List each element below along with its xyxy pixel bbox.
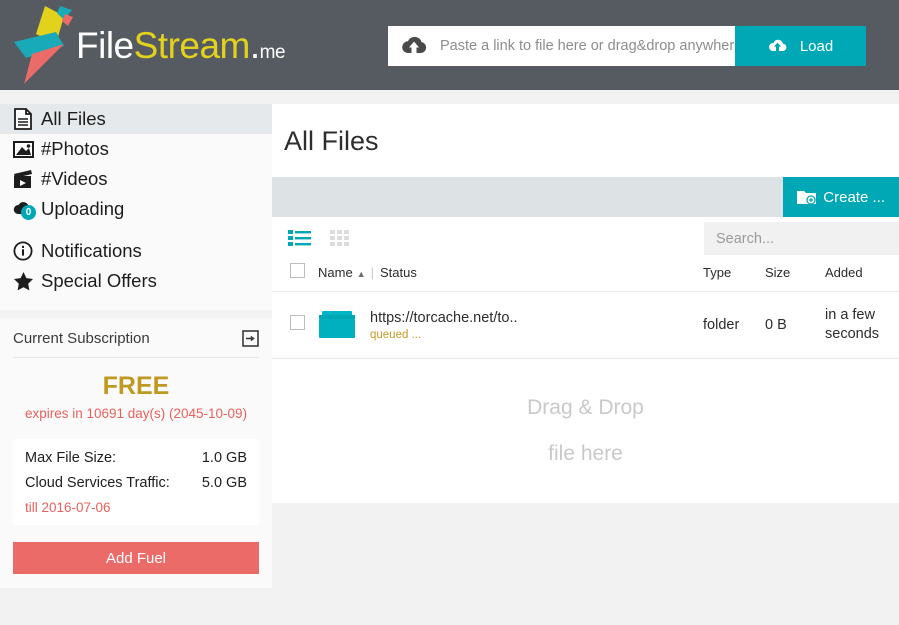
main-content: All Files Create ... Search... Name ▲ | … [272,90,899,625]
top-header-bar: FileStream.me Load [0,0,899,90]
logo-text-dot: . [249,24,260,66]
sidebar-nav-divider [0,224,272,236]
list-view-icon[interactable] [288,229,312,247]
sidebar-item-videos[interactable]: #Videos [0,164,272,194]
select-all-checkbox[interactable] [290,263,305,278]
sidebar-item-label: Uploading [41,198,125,219]
files-table-head: Name ▲ | Status Type Size Added [272,259,899,292]
cloud-upload-icon [768,39,787,52]
page-title: All Files [284,126,379,156]
search-input[interactable] [704,222,899,255]
logo-text-me: me [259,41,286,63]
row-name-cell: https://torcache.net/to.. queued ... [318,291,703,359]
load-input-wrapper [388,26,735,66]
create-folder-label: Create ... [823,188,885,206]
brand-logo[interactable]: FileStream.me [12,4,286,86]
row-added-cell: in a few seconds [825,291,899,359]
quota-row: Max File Size: 1.0 GB [25,450,247,466]
table-row[interactable]: https://torcache.net/to.. queued ... fol… [272,291,899,359]
dropzone-line-1: Drag & Drop [527,395,644,419]
quota-value: 5.0 GB [201,475,247,491]
name-status-header: Name ▲ | Status [318,259,703,292]
subscription-plan-name: FREE [102,372,170,400]
column-header-status[interactable]: Status [380,265,417,280]
select-all-header [272,259,318,292]
header-separator: | [370,264,374,280]
upload-cloud-icon: 0 [12,198,36,220]
sidebar-item-label: Notifications [41,240,142,261]
row-size-cell: 0 B [765,291,825,359]
quota-row: Cloud Services Traffic: 5.0 GB [25,475,247,491]
row-checkbox[interactable] [290,315,305,331]
sidebar-item-uploading[interactable]: 0 Uploading [0,194,272,224]
dropzone-line-2: file here [548,441,623,465]
sidebar-item-label: Special Offers [41,270,157,291]
column-header-added[interactable]: Added [825,259,899,292]
sidebar-nav-bottom-padding [0,296,272,310]
quota-label: Max File Size: [25,450,117,466]
sidebar-item-notifications[interactable]: Notifications [0,236,272,266]
add-fuel-button[interactable]: Add Fuel [13,542,259,574]
sidebar-nav-card: All Files #Photos #Videos 0 Uploading No… [0,104,272,310]
sidebar: All Files #Photos #Videos 0 Uploading No… [0,90,272,625]
parrot-logo-icon [14,6,73,84]
sidebar-item-photos[interactable]: #Photos [0,134,272,164]
action-toolbar: Create ... [272,177,899,217]
quota-label: Cloud Services Traffic: [25,475,170,491]
sign-out-icon[interactable] [242,330,259,347]
sidebar-item-all-files[interactable]: All Files [0,104,272,134]
file-name-wrapper: https://torcache.net/to.. queued ... [318,309,703,341]
quota-value: 1.0 GB [201,450,247,466]
sidebar-item-special-offers[interactable]: Special Offers [0,266,272,296]
file-status-text: queued ... [370,328,422,341]
subscription-expiry: expires in 10691 day(s) (2045-10-09) [24,406,248,421]
sort-asc-icon[interactable]: ▲ [357,269,366,279]
file-name-link[interactable]: https://torcache.net/to.. [370,309,518,327]
load-button[interactable]: Load [735,26,866,66]
column-header-size[interactable]: Size [765,259,825,292]
column-header-name[interactable]: Name [318,265,353,280]
grid-view-icon[interactable] [328,229,352,247]
load-link-input[interactable] [440,38,735,54]
info-circle-icon [12,240,34,262]
document-icon [12,108,34,130]
image-icon [12,138,34,160]
sidebar-item-label: #Videos [41,168,108,189]
load-button-label: Load [799,37,834,55]
page-body: All Files #Photos #Videos 0 Uploading No… [0,90,899,625]
film-clapper-icon [12,168,34,190]
uploading-count-badge: 0 [21,205,36,220]
subscription-card: Current Subscription FREE expires in 106… [0,318,272,588]
logo-text-file: File [76,24,134,66]
quota-box: Max File Size: 1.0 GB Cloud Services Tra… [13,439,259,525]
create-folder-button[interactable]: Create ... [783,177,899,217]
files-table-body: https://torcache.net/to.. queued ... fol… [272,291,899,359]
file-info: https://torcache.net/to.. queued ... [370,309,518,341]
column-header-type[interactable]: Type [703,259,765,292]
main-content-card: All Files Create ... Search... Name ▲ | … [272,104,899,503]
subscription-title: Current Subscription [13,330,150,347]
quota-note: till 2016-07-06 [25,500,111,515]
table-header-row: Name ▲ | Status Type Size Added [272,259,899,292]
folder-add-icon [797,191,817,205]
star-icon [12,270,34,292]
files-table: Name ▲ | Status Type Size Added https://… [272,259,899,359]
drag-drop-zone[interactable]: Drag & Drop file here [272,359,899,503]
folder-icon [319,310,355,338]
sidebar-item-label: #Photos [41,138,109,159]
sidebar-item-label: All Files [41,108,106,129]
cloud-upload-icon [402,36,427,55]
row-type-cell: folder [703,291,765,359]
view-toolbar [272,217,899,259]
row-select-cell [272,291,318,359]
logo-text-stream: Stream [133,24,251,66]
brand-logo-text: FileStream.me [76,24,286,66]
load-link-bar: Load [388,26,866,66]
subscription-header: Current Subscription [13,330,259,358]
